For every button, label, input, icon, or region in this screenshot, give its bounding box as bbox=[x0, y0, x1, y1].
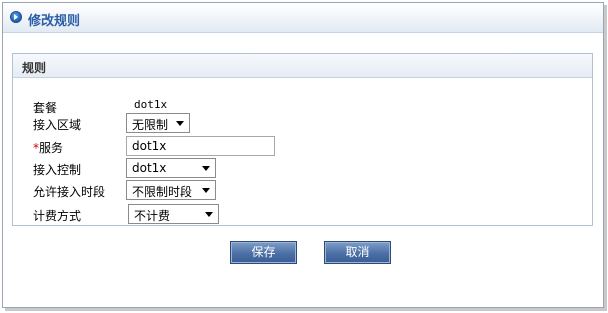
rule-panel: 规则 套餐 dot1x 接入区域 无限制 *服务 dot1x 接入控制 dot1… bbox=[12, 53, 593, 226]
access-area-label: 接入区域 bbox=[33, 118, 82, 132]
dialog-titlebar: 修改规则 bbox=[3, 3, 603, 33]
access-area-select[interactable]: 无限制 bbox=[126, 113, 190, 133]
service-value: dot1x bbox=[132, 139, 167, 153]
allowed-time-value: 不限制时段 bbox=[132, 185, 193, 199]
cancel-button[interactable]: 取消 bbox=[324, 241, 391, 264]
access-area-value: 无限制 bbox=[132, 118, 169, 132]
package-value: dot1x bbox=[134, 98, 168, 111]
billing-label: 计费方式 bbox=[33, 209, 82, 223]
chevron-down-icon bbox=[202, 188, 210, 193]
allowed-time-select[interactable]: 不限制时段 bbox=[126, 180, 216, 200]
dialog-title: 修改规则 bbox=[28, 14, 81, 29]
arrow-circle-icon bbox=[10, 11, 22, 23]
service-label: 服务 bbox=[39, 141, 64, 155]
edit-rule-dialog: 修改规则 规则 套餐 dot1x 接入区域 无限制 *服务 dot1x 接入控制 bbox=[2, 2, 604, 308]
panel-header: 规则 bbox=[13, 54, 592, 78]
access-control-value: dot1x bbox=[132, 161, 167, 175]
access-control-label: 接入控制 bbox=[33, 163, 82, 177]
access-control-select[interactable]: dot1x bbox=[126, 158, 216, 178]
service-input[interactable]: dot1x bbox=[126, 136, 275, 156]
save-button[interactable]: 保存 bbox=[230, 241, 297, 264]
service-label-wrap: *服务 bbox=[33, 139, 63, 156]
chevron-down-icon bbox=[176, 121, 184, 126]
panel-title: 规则 bbox=[22, 61, 47, 75]
chevron-down-icon bbox=[205, 212, 213, 217]
allowed-time-label: 允许接入时段 bbox=[33, 185, 106, 199]
chevron-down-icon bbox=[202, 166, 210, 171]
billing-select[interactable]: 不计费 bbox=[128, 204, 219, 224]
package-label: 套餐 bbox=[33, 101, 58, 115]
billing-value: 不计费 bbox=[134, 209, 171, 223]
